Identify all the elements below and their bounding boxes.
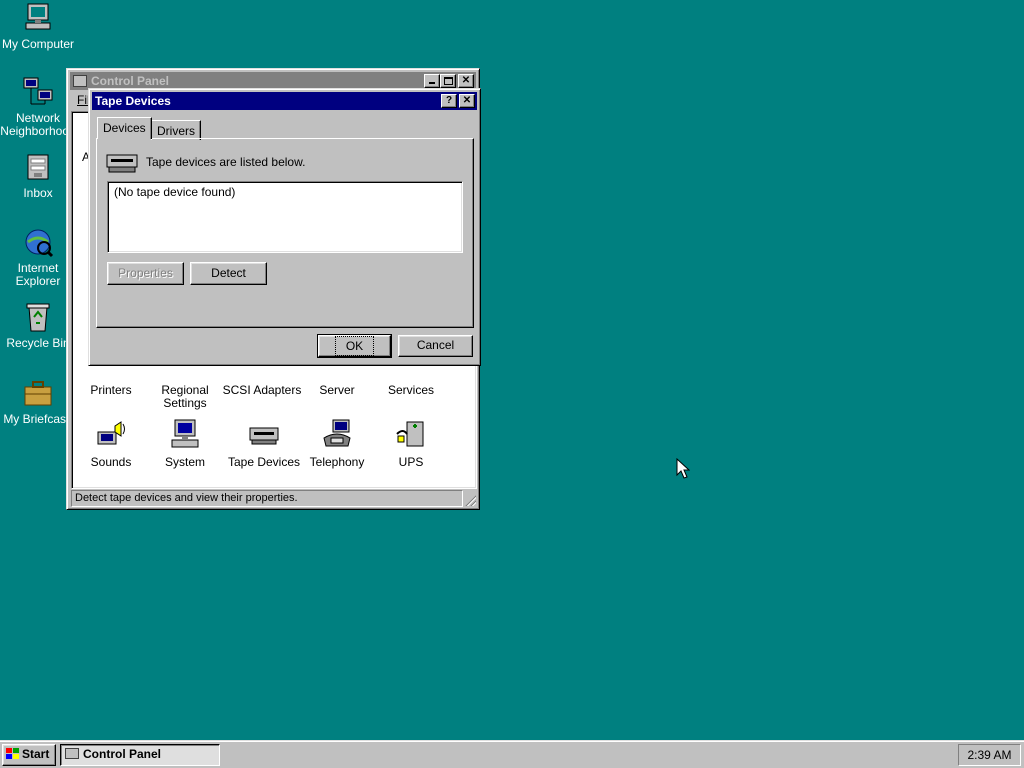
- minimize-button[interactable]: [424, 74, 440, 88]
- taskbar: Start Control Panel 2:39 AM: [0, 740, 1024, 768]
- cp-item-label: Sounds: [90, 455, 132, 469]
- status-text: Detect tape devices and view their prope…: [75, 492, 298, 504]
- detect-label: Detect: [211, 266, 246, 280]
- properties-label: Properties: [118, 266, 173, 280]
- maximize-button[interactable]: [440, 74, 456, 88]
- task-label: Control Panel: [83, 747, 162, 761]
- taskbar-control-panel-button[interactable]: Control Panel: [60, 744, 220, 766]
- status-bar: Detect tape devices and view their prope…: [71, 490, 463, 507]
- briefcase-icon: [22, 377, 54, 409]
- tab-drivers-label: Drivers: [157, 124, 195, 138]
- info-text: Tape devices are listed below.: [146, 155, 306, 169]
- ups-icon: [395, 418, 427, 450]
- tape-device-list[interactable]: (No tape device found): [107, 181, 463, 253]
- desktop-icon-label: Network Neighborhood: [0, 111, 76, 138]
- cp-item-sounds[interactable]: Sounds: [74, 418, 148, 469]
- desktop-icon-label: My Computer: [1, 37, 75, 51]
- desktop-icon-briefcase[interactable]: My Briefcase: [0, 377, 76, 426]
- close-icon: ✕: [462, 95, 472, 106]
- cancel-button[interactable]: Cancel: [398, 335, 473, 357]
- telephone-icon: [321, 418, 353, 450]
- cp-item-label: SCSI Adapters: [222, 383, 302, 397]
- tab-panel: Tape devices are listed below. (No tape …: [96, 138, 474, 328]
- minimize-icon: [429, 82, 435, 84]
- control-panel-app-icon: [73, 75, 87, 87]
- cp-item-system[interactable]: System: [148, 418, 222, 469]
- resize-grip-icon[interactable]: [464, 494, 476, 506]
- network-icon: [22, 76, 54, 108]
- cp-item-label: Regional Settings: [161, 383, 209, 410]
- internet-explorer-icon: [22, 226, 54, 258]
- recycle-bin-icon: [22, 301, 54, 333]
- desktop-icon-recycle-bin[interactable]: Recycle Bin: [0, 301, 76, 350]
- desktop-icon-inbox[interactable]: Inbox: [0, 151, 76, 200]
- help-button[interactable]: ?: [441, 94, 457, 108]
- desktop-icon-label: Internet Explorer: [15, 261, 61, 288]
- cp-item-label: UPS: [398, 455, 424, 469]
- desktop-icon-label: Inbox: [23, 186, 53, 200]
- cancel-label: Cancel: [416, 338, 455, 352]
- windows-logo-icon: [6, 747, 20, 759]
- desktop-icon-label: Recycle Bin: [6, 336, 70, 350]
- control-panel-task-icon: [65, 748, 79, 759]
- cp-item-label: Services: [387, 383, 434, 397]
- ok-label: OK: [334, 336, 375, 356]
- cp-item-ups[interactable]: UPS: [374, 418, 448, 469]
- tape-devices-titlebar[interactable]: Tape Devices ? ✕: [92, 92, 477, 110]
- help-icon: ?: [445, 95, 453, 106]
- cp-item-server[interactable]: Server: [300, 384, 374, 397]
- cp-item-services[interactable]: Services: [374, 384, 448, 397]
- dialog-title: Tape Devices: [95, 94, 171, 108]
- my-computer-icon: [22, 2, 54, 34]
- cp-item-label: Tape Devices: [227, 455, 301, 469]
- cp-item-label: System: [164, 455, 205, 469]
- desktop-icon-internet-explorer[interactable]: Internet Explorer: [0, 226, 76, 288]
- properties-button[interactable]: Properties: [107, 262, 184, 285]
- system-tray: 2:39 AM: [958, 744, 1021, 766]
- start-button[interactable]: Start: [2, 744, 56, 766]
- cp-item-scsi-adapters[interactable]: SCSI Adapters: [222, 384, 302, 397]
- tape-drive-icon: [248, 418, 280, 450]
- list-item[interactable]: (No tape device found): [114, 185, 235, 199]
- close-button[interactable]: ✕: [458, 74, 474, 88]
- tab-drivers[interactable]: Drivers: [151, 120, 201, 140]
- cp-item-label: Server: [319, 383, 355, 397]
- tab-devices-label: Devices: [103, 121, 146, 135]
- control-panel-title: Control Panel: [91, 74, 170, 88]
- computer-icon: [169, 418, 201, 450]
- cp-item-label: Telephony: [309, 455, 365, 469]
- mouse-cursor-icon: [676, 457, 691, 483]
- speaker-icon: [95, 418, 127, 450]
- desktop-icon-my-computer[interactable]: My Computer: [0, 2, 76, 51]
- cp-item-regional-settings[interactable]: Regional Settings: [148, 384, 222, 410]
- close-icon: ✕: [461, 75, 471, 86]
- tape-drive-icon: [106, 152, 140, 176]
- cp-item-printers[interactable]: Printers: [74, 384, 148, 397]
- desktop-icon-network[interactable]: Network Neighborhood: [0, 76, 76, 138]
- cp-item-tape-devices[interactable]: Tape Devices: [224, 418, 304, 469]
- cp-item-label: Printers: [90, 383, 132, 397]
- detect-button[interactable]: Detect: [190, 262, 267, 285]
- cp-item-telephony[interactable]: Telephony: [300, 418, 374, 469]
- ok-button[interactable]: OK: [317, 334, 392, 358]
- inbox-icon: [22, 151, 54, 183]
- start-label: Start: [22, 747, 50, 761]
- maximize-icon: [444, 77, 453, 85]
- desktop-icon-label: My Briefcase: [3, 412, 73, 426]
- clock[interactable]: 2:39 AM: [967, 748, 1011, 762]
- dialog-close-button[interactable]: ✕: [459, 94, 475, 108]
- tab-devices[interactable]: Devices: [97, 117, 152, 139]
- tape-devices-dialog[interactable]: Tape Devices ? ✕ Devices Drivers Tape de…: [88, 88, 481, 366]
